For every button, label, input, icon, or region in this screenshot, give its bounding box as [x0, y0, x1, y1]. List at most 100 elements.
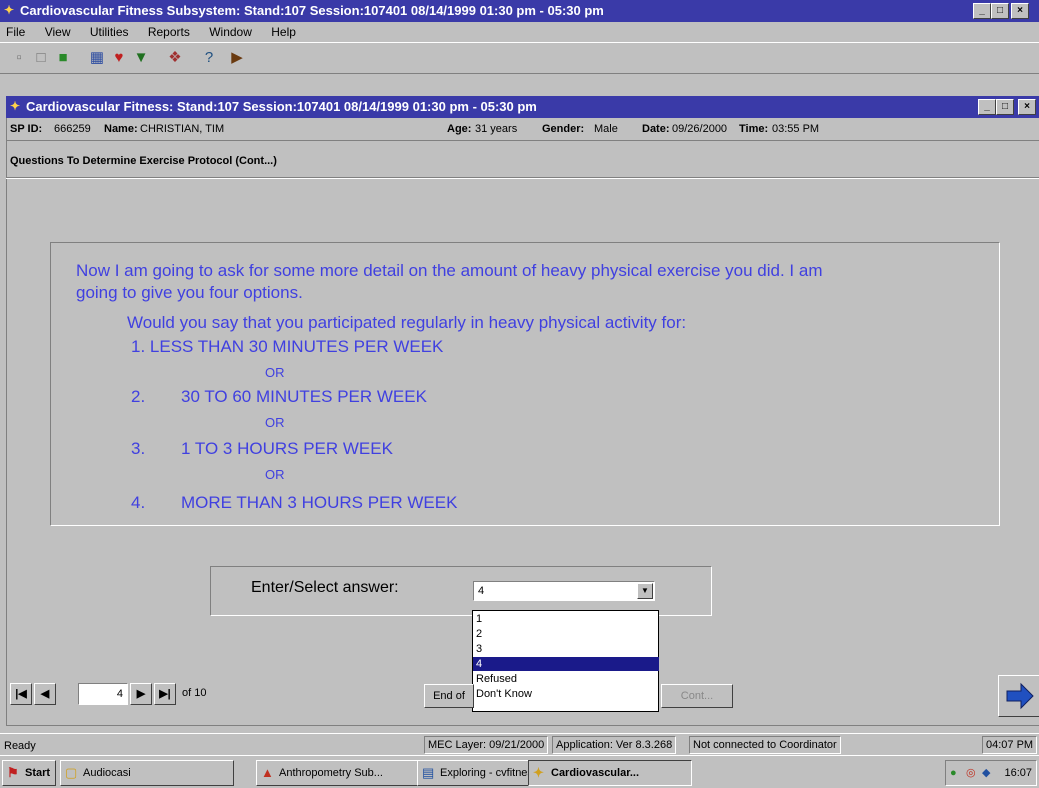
- ruler-icon: ▲: [261, 765, 274, 780]
- status-mec-layer: MEC Layer: 09/21/2000: [424, 736, 549, 754]
- question-panel: Now I am going to ask for some more deta…: [50, 242, 1000, 526]
- exam-time: 03:55 PM: [772, 123, 820, 135]
- section-title: Questions To Determine Exercise Protocol…: [10, 155, 277, 167]
- app-title: Cardiovascular Fitness Subsystem: Stand:…: [20, 3, 604, 18]
- status-app-version: Application: Ver 8.3.268: [552, 736, 677, 754]
- or-3: OR: [265, 467, 285, 482]
- answer-select[interactable]: 4 ▼: [473, 581, 655, 601]
- page-count: of 10: [182, 687, 207, 699]
- start-button[interactable]: ⚑ Start: [2, 760, 56, 786]
- tray-clock: 16:07: [1004, 767, 1032, 779]
- participant-age: 31 years: [475, 123, 518, 135]
- answer-option-2[interactable]: 2: [473, 627, 659, 641]
- option-1: 1. LESS THAN 30 MINUTES PER WEEK: [131, 337, 444, 356]
- option-2: 30 TO 60 MINUTES PER WEEK: [181, 387, 427, 406]
- taskbar: ⚑ Start ▢ Audiocasi ▲ Anthropometry Sub.…: [0, 755, 1039, 788]
- answer-box: Enter/Select answer: 4 ▼: [210, 566, 712, 616]
- windows-logo-icon: ⚑: [7, 765, 19, 780]
- or-2: OR: [265, 415, 285, 430]
- status-ready: Ready: [4, 740, 36, 752]
- task-anthropometry[interactable]: ▲ Anthropometry Sub...: [256, 760, 420, 786]
- tray-icon-1[interactable]: ●: [950, 761, 957, 785]
- child-app-icon: ✦: [10, 99, 21, 113]
- close-button[interactable]: ×: [1011, 3, 1029, 19]
- heart-icon[interactable]: ♥: [108, 48, 130, 68]
- next-record-button[interactable]: ▶: [130, 683, 152, 705]
- status-bar: Ready MEC Layer: 09/21/2000 Application:…: [0, 733, 1039, 754]
- option-3: 1 TO 3 HOURS PER WEEK: [181, 439, 393, 458]
- minimize-button[interactable]: _: [973, 3, 991, 19]
- answer-dropdown-list: 1 2 3 4 Refused Don't Know: [472, 610, 659, 712]
- section-divider: [6, 177, 1039, 179]
- chevron-down-icon[interactable]: ▼: [637, 583, 653, 599]
- date-label: Date:: [642, 123, 670, 135]
- participant-gender: Male: [594, 123, 618, 135]
- option-3-number: 3.: [131, 439, 146, 458]
- maximize-button[interactable]: □: [991, 3, 1009, 19]
- exam-date: 09/26/2000: [672, 123, 728, 135]
- child-maximize-button[interactable]: □: [996, 99, 1014, 115]
- participant-name: CHRISTIAN, TIM: [140, 123, 225, 135]
- time-label: Time:: [739, 123, 769, 135]
- arrow-right-icon: [1006, 682, 1034, 710]
- app-titlebar: ✦ Cardiovascular Fitness Subsystem: Stan…: [0, 0, 1039, 22]
- menu-help[interactable]: Help: [271, 25, 296, 39]
- menu-utilities[interactable]: Utilities: [90, 25, 129, 39]
- prev-record-button[interactable]: ◀: [34, 683, 56, 705]
- question-line-3: Would you say that you participated regu…: [127, 313, 687, 332]
- save-icon[interactable]: ■: [52, 48, 74, 68]
- answer-select-value: 4: [478, 585, 485, 597]
- menu-reports[interactable]: Reports: [148, 25, 190, 39]
- task-cardiovascular[interactable]: ✦ Cardiovascular...: [528, 760, 692, 786]
- help-icon[interactable]: ?: [198, 48, 220, 68]
- or-1: OR: [265, 365, 285, 380]
- open-icon[interactable]: ▫: [8, 48, 30, 68]
- sp-id: 666259: [54, 123, 91, 135]
- network-icon[interactable]: ▦: [86, 48, 108, 68]
- menu-file[interactable]: File: [6, 25, 25, 39]
- question-line-1: Now I am going to ask for some more deta…: [76, 261, 823, 280]
- page-number-field[interactable]: 4: [78, 683, 128, 705]
- child-titlebar: ✦ Cardiovascular Fitness: Stand:107 Sess…: [6, 96, 1039, 118]
- child-minimize-button[interactable]: _: [978, 99, 996, 115]
- tools-icon[interactable]: ❖: [164, 48, 186, 68]
- filter-icon[interactable]: ▼: [130, 48, 152, 68]
- status-connection: Not connected to Coordinator: [689, 736, 841, 754]
- answer-option-dont-know[interactable]: Don't Know: [473, 687, 659, 701]
- end-button[interactable]: End of: [424, 684, 474, 708]
- answer-option-3[interactable]: 3: [473, 642, 659, 656]
- option-4: MORE THAN 3 HOURS PER WEEK: [181, 493, 458, 512]
- record-navigator: |◀ ◀ 4 ▶ ▶| of 10: [10, 683, 220, 705]
- exit-icon[interactable]: ▶: [226, 48, 248, 68]
- child-title: Cardiovascular Fitness: Stand:107 Sessio…: [26, 99, 537, 114]
- menu-window[interactable]: Window: [209, 25, 252, 39]
- tray-icon-3[interactable]: ◆: [982, 761, 990, 785]
- explorer-icon: ▤: [422, 765, 435, 780]
- participant-info: SP ID: 666259 Name: CHRISTIAN, TIM Age: …: [6, 118, 1039, 141]
- last-record-button[interactable]: ▶|: [154, 683, 176, 705]
- app-task-icon: ✦: [533, 765, 544, 780]
- app-icon: ✦: [4, 3, 15, 17]
- tray-icon-2[interactable]: ◎: [966, 761, 976, 785]
- folder-icon: ▢: [65, 765, 78, 780]
- continue-button[interactable]: Cont...: [661, 684, 733, 708]
- name-label: Name:: [104, 123, 138, 135]
- gender-label: Gender:: [542, 123, 585, 135]
- new-icon[interactable]: □: [30, 48, 52, 68]
- age-label: Age:: [447, 123, 472, 135]
- menu-bar: File View Utilities Reports Window Help: [0, 22, 1039, 42]
- answer-option-refused[interactable]: Refused: [473, 672, 659, 686]
- system-tray: ● ◎ ◆ 16:07: [945, 760, 1037, 786]
- child-close-button[interactable]: ×: [1018, 99, 1036, 115]
- answer-option-4[interactable]: 4: [473, 657, 659, 671]
- next-question-button[interactable]: [998, 675, 1039, 717]
- task-audiocasi[interactable]: ▢ Audiocasi: [60, 760, 234, 786]
- option-4-number: 4.: [131, 493, 146, 512]
- answer-option-1[interactable]: 1: [473, 612, 659, 626]
- sp-id-label: SP ID:: [10, 123, 43, 135]
- first-record-button[interactable]: |◀: [10, 683, 32, 705]
- task-exploring[interactable]: ▤ Exploring - cvfitness: [417, 760, 531, 786]
- status-clock: 04:07 PM: [982, 736, 1038, 754]
- question-line-2: going to give you four options.: [76, 283, 303, 302]
- menu-view[interactable]: View: [45, 25, 71, 39]
